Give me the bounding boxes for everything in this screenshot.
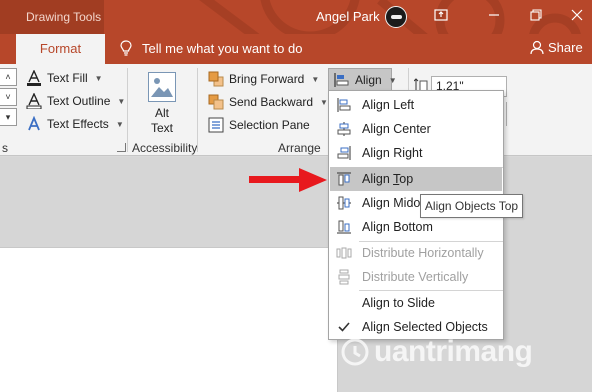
restore-icon[interactable] xyxy=(525,6,547,28)
dropdown-arrow-icon: ▼ xyxy=(388,75,397,85)
align-right-icon xyxy=(336,145,352,161)
text-outline-icon xyxy=(26,92,42,110)
dropdown-arrow-icon: ▼ xyxy=(320,97,328,107)
align-bottom-icon xyxy=(336,219,352,235)
align-middle-icon xyxy=(336,195,352,211)
align-center-icon xyxy=(336,121,352,137)
menu-item-label: Align Left xyxy=(362,98,415,112)
text-fill-icon xyxy=(26,69,42,86)
tell-me-label: Tell me what you want to do xyxy=(142,40,303,56)
selection-pane-label: Selection Pane xyxy=(229,118,310,132)
text-outline-label: Text Outline xyxy=(47,94,111,108)
align-label: Align xyxy=(355,73,382,87)
text-fill-label: Text Fill xyxy=(47,71,88,85)
text-fill-button[interactable]: Text Fill ▼ xyxy=(26,69,103,86)
red-arrow-icon xyxy=(249,168,327,192)
group-label-accessibility: Accessibility xyxy=(132,141,198,155)
send-backward-label: Send Backward xyxy=(229,95,314,109)
watermark-text: uantrimang xyxy=(374,335,533,368)
menu-item-align-to-slide[interactable]: Align to Slide xyxy=(330,291,502,315)
menu-item-align-top[interactable]: Align Top xyxy=(330,167,502,191)
alt-text-label-1: Alt xyxy=(154,106,169,120)
group-label-wordart: s xyxy=(2,141,8,155)
text-outline-button[interactable]: Text Outline ▼ xyxy=(26,92,126,110)
align-top-icon xyxy=(336,171,352,187)
menu-item-label: Align Mido xyxy=(362,196,421,210)
alt-text-icon xyxy=(148,72,176,102)
wordart-styles-scroll[interactable]: ˄ ˅ ▾ xyxy=(0,68,19,130)
menu-item-distribute-vertically: Distribute Vertically xyxy=(330,265,502,289)
text-effects-label: Text Effects xyxy=(47,117,109,131)
menu-item-label: Align Top xyxy=(362,172,414,186)
align-icon xyxy=(334,72,350,88)
bring-forward-icon xyxy=(208,71,224,87)
title-bar: Drawing Tools Angel Park xyxy=(0,0,592,34)
text-effects-button[interactable]: Text Effects ▼ xyxy=(26,115,124,132)
align-button[interactable]: Align ▼ xyxy=(328,68,397,92)
dropdown-arrow-icon: ▼ xyxy=(115,119,124,129)
bring-forward-button[interactable]: Bring Forward ▼ xyxy=(208,71,319,87)
menu-item-distribute-horizontally: Distribute Horizontally xyxy=(330,241,502,265)
scroll-down-icon[interactable]: ˅ xyxy=(0,88,17,106)
tooltip: Align Objects Top xyxy=(420,194,523,218)
selection-pane-button[interactable]: Selection Pane xyxy=(208,117,310,133)
selection-pane-icon xyxy=(208,117,224,133)
slide-canvas[interactable] xyxy=(0,247,338,392)
watermark: uantrimang xyxy=(340,335,533,369)
dropdown-arrow-icon: ▼ xyxy=(117,96,126,106)
menu-item-label: Distribute Horizontally xyxy=(362,246,484,260)
group-divider xyxy=(197,68,198,152)
share-button[interactable]: Share xyxy=(530,40,583,55)
menu-item-label: Align Right xyxy=(362,146,423,160)
close-icon[interactable] xyxy=(566,6,588,28)
menu-item-align-center[interactable]: Align Center xyxy=(330,117,502,141)
alt-text-button[interactable]: Alt Text xyxy=(140,72,184,136)
bring-forward-label: Bring Forward xyxy=(229,72,305,86)
ribbon-display-icon[interactable] xyxy=(430,6,452,28)
send-backward-icon xyxy=(208,94,224,110)
menu-item-label: Align Center xyxy=(362,122,431,136)
person-icon xyxy=(530,40,544,55)
distribute-horizontal-icon xyxy=(336,245,352,261)
share-label: Share xyxy=(548,40,583,55)
text-effects-icon xyxy=(26,115,42,132)
distribute-vertical-icon xyxy=(336,269,352,285)
tab-format[interactable]: Format xyxy=(16,34,105,64)
menu-item-label: Distribute Vertically xyxy=(362,270,469,284)
tell-me-search[interactable]: Tell me what you want to do xyxy=(120,40,302,56)
menu-item-align-right[interactable]: Align Right xyxy=(330,141,502,165)
menu-item-label: Align Selected Objects xyxy=(362,320,488,334)
drawing-tools-label: Drawing Tools xyxy=(0,0,104,34)
alt-text-label-2: Text xyxy=(150,121,173,135)
tab-row: Format Tell me what you want to do Share xyxy=(0,34,592,64)
dropdown-arrow-icon: ▼ xyxy=(94,73,103,83)
checkmark-icon xyxy=(336,319,352,335)
avatar[interactable] xyxy=(385,6,407,28)
group-label-arrange: Arrange xyxy=(278,141,321,155)
dialog-launcher-icon[interactable] xyxy=(117,143,126,152)
menu-item-align-bottom[interactable]: Align Bottom xyxy=(330,215,502,239)
align-left-icon xyxy=(336,97,352,113)
dropdown-arrow-icon: ▼ xyxy=(311,74,320,84)
lightbulb-icon xyxy=(120,40,132,56)
group-divider xyxy=(127,68,128,152)
send-backward-button[interactable]: Send Backward ▼ xyxy=(208,94,328,110)
menu-item-label: Align Bottom xyxy=(362,220,433,234)
menu-item-align-left[interactable]: Align Left xyxy=(330,93,502,117)
minimize-icon[interactable] xyxy=(483,6,505,28)
user-name[interactable]: Angel Park xyxy=(316,9,380,24)
scroll-up-icon[interactable]: ˄ xyxy=(0,68,17,86)
more-styles-icon[interactable]: ▾ xyxy=(0,108,17,126)
watermark-logo-icon xyxy=(341,338,369,366)
menu-item-label: Align to Slide xyxy=(362,296,435,310)
